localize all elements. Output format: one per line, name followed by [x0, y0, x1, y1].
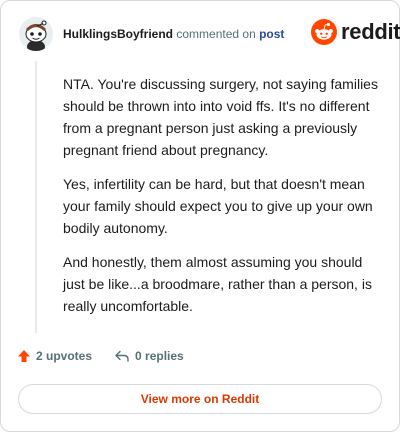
comment-paragraph: And honestly, them almost assuming you s…: [63, 254, 372, 314]
upvote-count: 2 upvotes: [36, 349, 93, 363]
commented-on-text: commented on: [176, 27, 256, 41]
comment-body: NTA. You're discussing surgery, not sayi…: [63, 73, 379, 329]
view-more-button[interactable]: View more on Reddit: [18, 384, 382, 414]
upvote-button[interactable]: 2 upvotes: [17, 349, 92, 363]
reddit-wordmark: reddit: [341, 19, 400, 44]
comment-header: HulklingsBoyfriend commented on post: [63, 27, 284, 41]
reply-count: 0 replies: [135, 349, 184, 363]
embedded-comment-card: HulklingsBoyfriend commented on post red…: [0, 0, 400, 432]
reply-button[interactable]: 0 replies: [114, 349, 184, 363]
comment-actions: 2 upvotes 0 replies: [17, 349, 206, 363]
comment-paragraph: NTA. You're discussing surgery, not sayi…: [63, 76, 378, 158]
reddit-snoo-icon: [311, 19, 337, 45]
reply-arrow-icon: [115, 350, 129, 362]
avatar[interactable]: [19, 17, 53, 51]
upvote-arrow-icon: [18, 350, 30, 362]
post-link[interactable]: post: [259, 27, 284, 41]
reddit-logo[interactable]: reddit: [311, 19, 400, 45]
thread-line: [35, 61, 37, 333]
username-link[interactable]: HulklingsBoyfriend: [63, 27, 173, 41]
snoo-avatar-icon: [19, 17, 53, 51]
comment-paragraph: Yes, infertility can be hard, but that d…: [63, 176, 373, 236]
